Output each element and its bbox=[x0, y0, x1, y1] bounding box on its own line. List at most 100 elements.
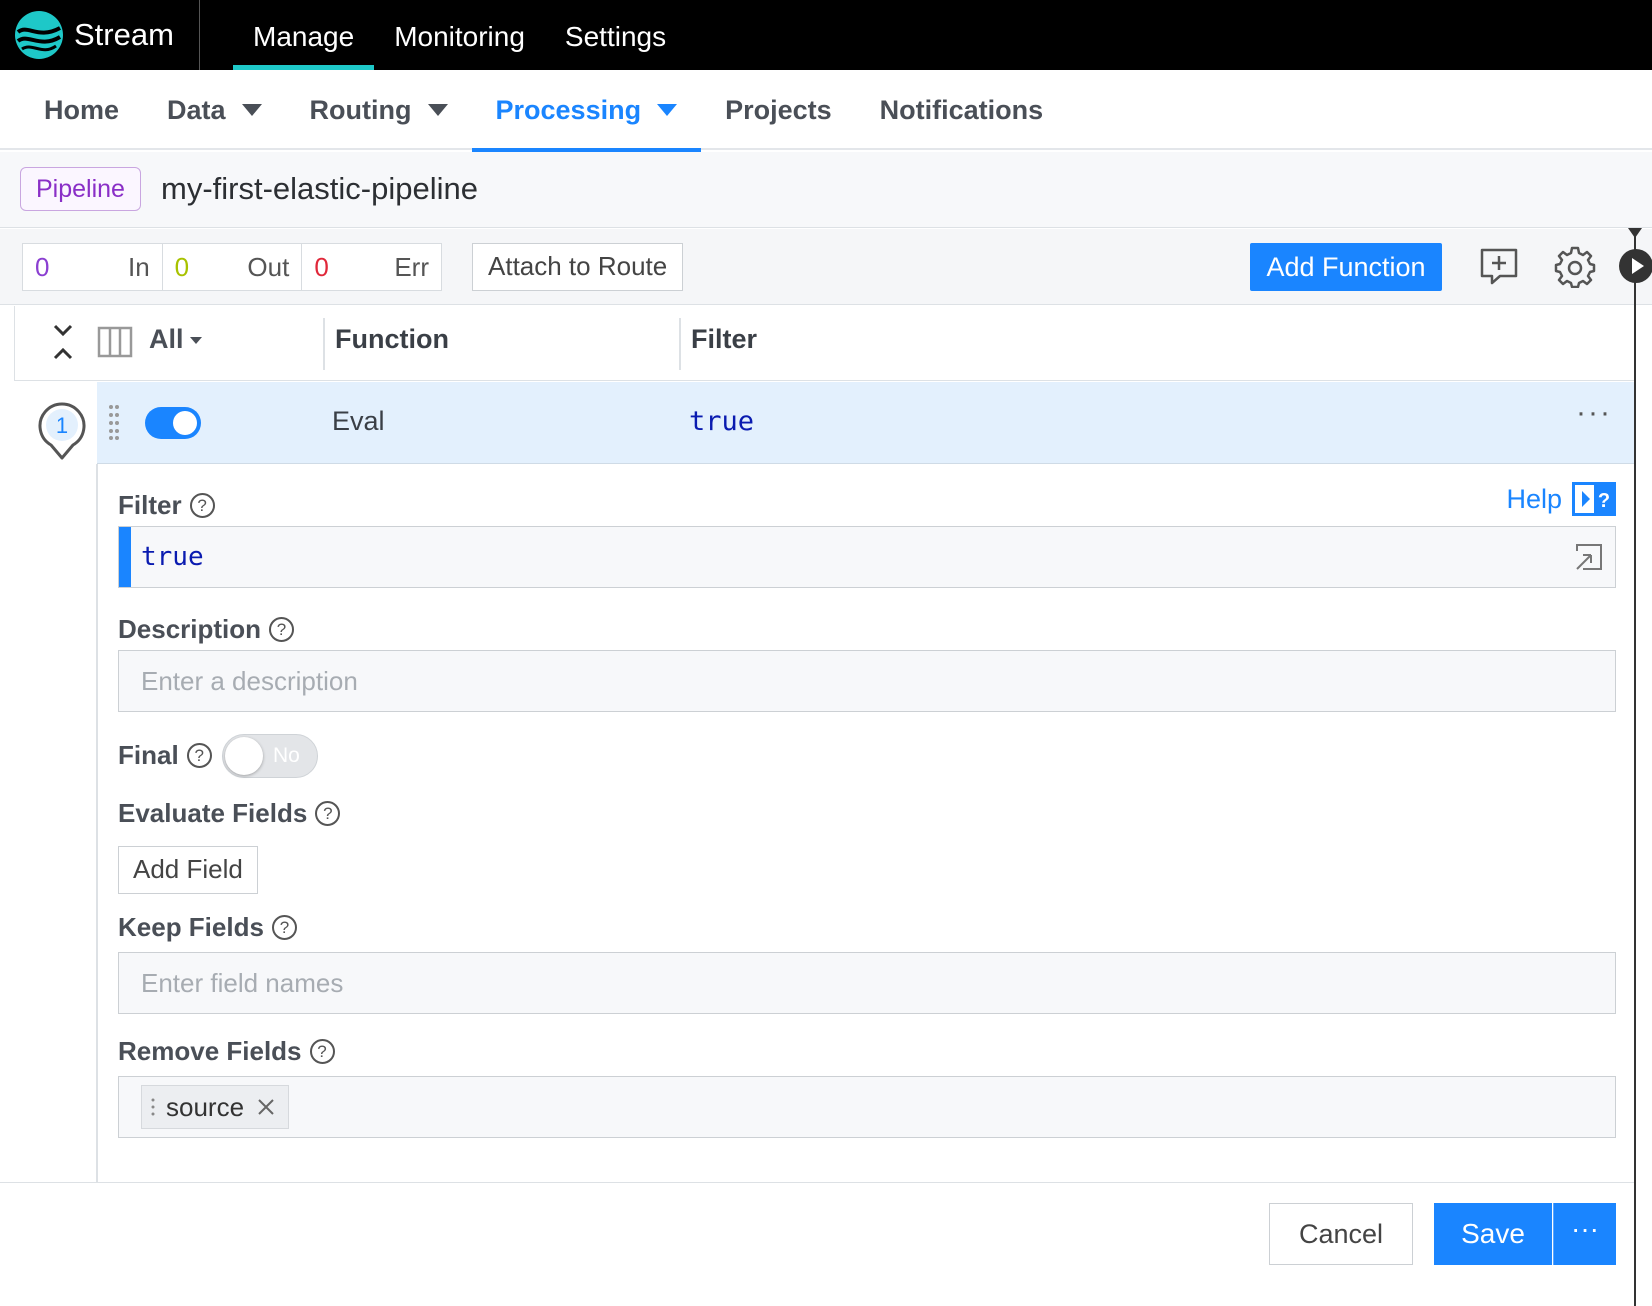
sub-nav: Home Data Routing Processing Projects No… bbox=[0, 70, 1652, 152]
remove-fields-label: Remove Fields ? bbox=[118, 1036, 335, 1067]
top-nav: Manage Monitoring Settings bbox=[233, 0, 686, 70]
gear-icon[interactable] bbox=[1554, 246, 1596, 288]
stat-in: 0 In bbox=[23, 244, 163, 290]
logo[interactable]: Stream bbox=[14, 8, 174, 62]
top-nav-monitoring[interactable]: Monitoring bbox=[374, 0, 545, 70]
filter-field-label: Filter ? bbox=[118, 490, 215, 521]
column-header-function: Function bbox=[335, 324, 449, 354]
step-number-marker: 1 bbox=[38, 402, 86, 460]
function-name: Eval bbox=[332, 406, 385, 436]
function-filter-expression: true bbox=[689, 406, 755, 437]
field-tag-label: source bbox=[166, 1092, 245, 1122]
help-circle-icon[interactable]: ? bbox=[309, 1039, 335, 1064]
drag-handle-icon[interactable] bbox=[108, 404, 120, 440]
svg-text:?: ? bbox=[1598, 490, 1610, 512]
collapse-all-icon[interactable] bbox=[51, 322, 75, 362]
column-divider bbox=[323, 318, 325, 370]
filter-label-text: Filter bbox=[118, 490, 182, 520]
cancel-button[interactable]: Cancel bbox=[1269, 1203, 1413, 1265]
top-nav-manage[interactable]: Manage bbox=[233, 0, 375, 70]
sub-nav-projects[interactable]: Projects bbox=[701, 70, 856, 150]
sub-nav-processing[interactable]: Processing bbox=[471, 70, 702, 152]
help-circle-icon[interactable]: ? bbox=[189, 493, 215, 518]
function-row[interactable]: Eval true ··· bbox=[97, 382, 1634, 464]
top-bar: Stream Manage Monitoring Settings bbox=[0, 0, 1652, 70]
final-toggle-text: No bbox=[273, 744, 300, 767]
add-comment-icon[interactable] bbox=[1478, 246, 1520, 288]
keep-label-text: Keep Fields bbox=[118, 912, 264, 942]
field-tag[interactable]: source bbox=[141, 1085, 290, 1129]
stat-out-count: 0 bbox=[174, 251, 190, 282]
footer-bar: Cancel Save ··· bbox=[0, 1182, 1634, 1306]
add-field-button[interactable]: Add Field bbox=[118, 846, 258, 894]
column-header-filter: Filter bbox=[691, 324, 758, 354]
description-label-text: Description bbox=[118, 614, 262, 644]
attach-to-route-button[interactable]: Attach to Route bbox=[472, 243, 684, 291]
pipeline-toolbar: 0 In 0 Out 0 Err Attach to Route Add Fun… bbox=[0, 229, 1652, 305]
final-label-text: Final bbox=[118, 740, 179, 770]
sub-nav-data-label: Data bbox=[167, 95, 226, 125]
filter-all-label: All bbox=[149, 324, 184, 354]
save-button[interactable]: Save bbox=[1434, 1203, 1552, 1265]
sub-nav-processing-label: Processing bbox=[495, 95, 642, 125]
app-name: Stream bbox=[74, 17, 174, 52]
stream-logo-icon bbox=[15, 11, 63, 59]
sub-nav-home-label: Home bbox=[44, 95, 120, 125]
stat-err-count: 0 bbox=[314, 251, 329, 282]
help-circle-icon[interactable]: ? bbox=[315, 801, 341, 826]
help-label: Help bbox=[1506, 483, 1562, 514]
sub-nav-routing[interactable]: Routing bbox=[286, 70, 472, 150]
sub-nav-projects-label: Projects bbox=[725, 95, 832, 125]
stat-out: 0 Out bbox=[163, 244, 303, 290]
stat-err-label: Err bbox=[394, 251, 430, 282]
panel-edge bbox=[1634, 228, 1636, 1306]
save-options-button[interactable]: ··· bbox=[1553, 1203, 1616, 1265]
gutter-divider bbox=[96, 464, 98, 1182]
pipeline-badge: Pipeline bbox=[20, 167, 141, 211]
pipeline-name: my-first-elastic-pipeline bbox=[161, 171, 478, 206]
play-icon[interactable] bbox=[1619, 249, 1652, 283]
function-enabled-toggle[interactable] bbox=[145, 407, 201, 439]
filter-all-dropdown[interactable]: All bbox=[149, 324, 202, 355]
expand-editor-icon[interactable] bbox=[1573, 541, 1605, 573]
top-nav-settings[interactable]: Settings bbox=[545, 0, 686, 70]
stat-in-label: In bbox=[127, 251, 150, 282]
close-icon[interactable] bbox=[256, 1097, 276, 1117]
columns-icon[interactable] bbox=[97, 326, 133, 358]
row-more-menu[interactable]: ··· bbox=[1576, 396, 1612, 430]
help-link[interactable]: Help ? bbox=[1506, 482, 1616, 516]
final-field-label: Final ? bbox=[118, 740, 212, 771]
help-circle-icon[interactable]: ? bbox=[269, 617, 295, 642]
remove-label-text: Remove Fields bbox=[118, 1036, 302, 1066]
caret-down-icon bbox=[427, 104, 448, 116]
help-circle-icon[interactable]: ? bbox=[271, 915, 297, 940]
remove-fields-input[interactable]: source bbox=[118, 1076, 1616, 1138]
pipeline-title-bar: Pipeline my-first-elastic-pipeline bbox=[0, 152, 1652, 228]
function-table-header: All Function Filter bbox=[14, 306, 1634, 381]
sub-nav-home[interactable]: Home bbox=[20, 70, 143, 150]
evaluate-fields-label: Evaluate Fields ? bbox=[118, 798, 341, 829]
description-input[interactable]: Enter a description bbox=[118, 650, 1616, 712]
add-function-button[interactable]: Add Function bbox=[1250, 243, 1442, 291]
sub-nav-data[interactable]: Data bbox=[143, 70, 286, 150]
caret-down-icon bbox=[241, 104, 262, 116]
help-circle-icon[interactable]: ? bbox=[186, 743, 212, 768]
help-panel-icon: ? bbox=[1572, 482, 1616, 516]
stat-out-label: Out bbox=[247, 251, 290, 282]
description-field-label: Description ? bbox=[118, 614, 295, 645]
sub-nav-routing-label: Routing bbox=[309, 95, 412, 125]
stat-err: 0 Err bbox=[302, 244, 441, 290]
evaluate-label-text: Evaluate Fields bbox=[118, 798, 308, 828]
keep-fields-input[interactable]: Enter field names bbox=[118, 952, 1616, 1014]
divider bbox=[199, 0, 200, 70]
filter-input-accent bbox=[119, 527, 131, 587]
final-toggle[interactable]: No bbox=[222, 734, 318, 778]
stat-in-count: 0 bbox=[35, 251, 50, 282]
event-stats: 0 In 0 Out 0 Err bbox=[22, 243, 442, 291]
column-divider bbox=[679, 318, 681, 370]
drag-handle-icon[interactable] bbox=[150, 1098, 156, 1116]
step-number: 1 bbox=[56, 413, 68, 438]
filter-input[interactable]: true bbox=[118, 526, 1616, 588]
sub-nav-notifications[interactable]: Notifications bbox=[856, 70, 1068, 150]
sub-nav-notifications-label: Notifications bbox=[879, 95, 1044, 125]
